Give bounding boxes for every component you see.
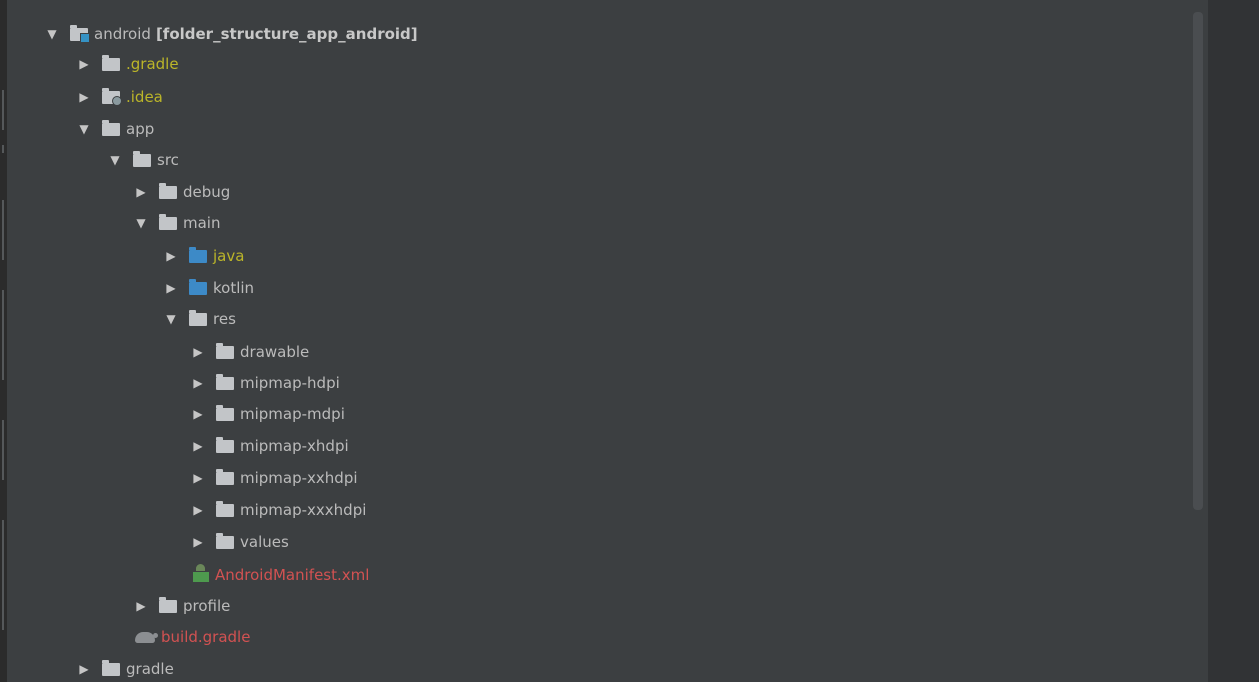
android-manifest-icon: [193, 564, 209, 582]
folder-icon: [133, 150, 151, 167]
node-label-app: app: [126, 120, 155, 138]
folder-icon: [102, 659, 120, 676]
tree-node-mipmap-xhdpi[interactable]: ▶ mipmap-xhdpi: [190, 431, 349, 461]
tree-node-res[interactable]: ▼ res: [163, 304, 236, 334]
triangle-right-icon[interactable]: ▶: [190, 439, 206, 453]
folder-icon: [159, 182, 177, 199]
node-label-profile: profile: [183, 597, 231, 615]
triangle-right-icon[interactable]: ▶: [163, 281, 179, 295]
folder-icon: [102, 54, 120, 71]
left-gutter: [0, 0, 7, 682]
node-module-name: [folder_structure_app_android]: [155, 25, 418, 43]
source-folder-icon: [189, 246, 207, 263]
folder-icon: [216, 342, 234, 359]
tree-node-android[interactable]: ▼ android [folder_structure_app_android]: [44, 19, 418, 49]
tree-node-idea[interactable]: ▶ .idea: [76, 82, 163, 112]
source-folder-icon: [189, 278, 207, 295]
tree-node-mipmap-xxxhdpi[interactable]: ▶ mipmap-xxxhdpi: [190, 495, 366, 525]
tree-node-java[interactable]: ▶ java: [163, 241, 244, 271]
node-label-mipmap-xhdpi: mipmap-xhdpi: [240, 437, 349, 455]
tree-node-android-manifest[interactable]: AndroidManifest.xml: [193, 560, 369, 590]
project-tool-window: ▼ android [folder_structure_app_android]…: [0, 0, 1259, 682]
tree-node-app[interactable]: ▼ app: [76, 114, 154, 144]
node-label-mipmap-hdpi: mipmap-hdpi: [240, 374, 340, 392]
node-label-android-manifest: AndroidManifest.xml: [215, 566, 370, 584]
triangle-right-icon[interactable]: ▶: [133, 599, 149, 613]
gradle-elephant-icon: [135, 631, 158, 643]
tree-node-profile[interactable]: ▶ profile: [133, 591, 230, 621]
folder-icon: [216, 373, 234, 390]
node-label-java: java: [213, 247, 245, 265]
node-label-dot-gradle: .gradle: [126, 55, 179, 73]
node-label-idea: .idea: [126, 88, 163, 106]
tree-node-build-gradle[interactable]: build.gradle: [135, 622, 250, 652]
triangle-right-icon[interactable]: ▶: [133, 185, 149, 199]
node-label-drawable: drawable: [240, 343, 310, 361]
folder-icon: [216, 468, 234, 485]
tree-node-mipmap-xxhdpi[interactable]: ▶ mipmap-xxhdpi: [190, 463, 358, 493]
triangle-right-icon[interactable]: ▶: [190, 535, 206, 549]
node-label-mipmap-mdpi: mipmap-mdpi: [240, 405, 345, 423]
triangle-right-icon[interactable]: ▶: [190, 345, 206, 359]
right-side-panel: [1208, 0, 1259, 682]
triangle-right-icon[interactable]: ▶: [190, 503, 206, 517]
folder-icon: [189, 309, 207, 326]
triangle-right-icon[interactable]: ▶: [76, 662, 92, 676]
triangle-down-icon[interactable]: ▼: [76, 122, 92, 136]
tree-node-kotlin[interactable]: ▶ kotlin: [163, 273, 254, 303]
folder-icon: [216, 404, 234, 421]
folder-icon: [159, 596, 177, 613]
tree-node-debug[interactable]: ▶ debug: [133, 177, 230, 207]
node-label-build-gradle: build.gradle: [161, 628, 251, 646]
triangle-down-icon[interactable]: ▼: [163, 312, 179, 326]
triangle-right-icon[interactable]: ▶: [190, 376, 206, 390]
triangle-right-icon[interactable]: ▶: [76, 57, 92, 71]
vertical-scrollbar[interactable]: [1193, 12, 1203, 510]
node-label-mipmap-xxxhdpi: mipmap-xxxhdpi: [240, 501, 367, 519]
triangle-down-icon[interactable]: ▼: [44, 27, 60, 41]
node-label-main: main: [183, 214, 221, 232]
module-folder-icon: [70, 24, 90, 43]
tree-node-main[interactable]: ▼ main: [133, 208, 220, 238]
tree-node-dot-gradle[interactable]: ▶ .gradle: [76, 49, 179, 79]
node-label-kotlin: kotlin: [213, 279, 255, 297]
tree-node-mipmap-mdpi[interactable]: ▶ mipmap-mdpi: [190, 399, 345, 429]
node-label-android: android: [94, 25, 151, 43]
tree-node-gradle[interactable]: ▶ gradle: [76, 654, 174, 682]
node-label-debug: debug: [183, 183, 231, 201]
triangle-right-icon[interactable]: ▶: [76, 90, 92, 104]
triangle-down-icon[interactable]: ▼: [107, 153, 123, 167]
node-label-src: src: [157, 151, 179, 169]
node-label-res: res: [213, 310, 236, 328]
idea-folder-icon: [102, 87, 122, 106]
folder-icon: [102, 119, 120, 136]
tree-node-values[interactable]: ▶ values: [190, 527, 289, 557]
triangle-right-icon[interactable]: ▶: [190, 471, 206, 485]
tree-node-src[interactable]: ▼ src: [107, 145, 179, 175]
node-label-gradle: gradle: [126, 660, 174, 678]
tree-node-drawable[interactable]: ▶ drawable: [190, 337, 309, 367]
node-label-mipmap-xxhdpi: mipmap-xxhdpi: [240, 469, 358, 487]
folder-icon: [159, 213, 177, 230]
tree-node-mipmap-hdpi[interactable]: ▶ mipmap-hdpi: [190, 368, 340, 398]
folder-icon: [216, 436, 234, 453]
folder-icon: [216, 532, 234, 549]
node-label-values: values: [240, 533, 289, 551]
triangle-right-icon[interactable]: ▶: [163, 249, 179, 263]
folder-icon: [216, 500, 234, 517]
triangle-right-icon[interactable]: ▶: [190, 407, 206, 421]
triangle-down-icon[interactable]: ▼: [133, 216, 149, 230]
